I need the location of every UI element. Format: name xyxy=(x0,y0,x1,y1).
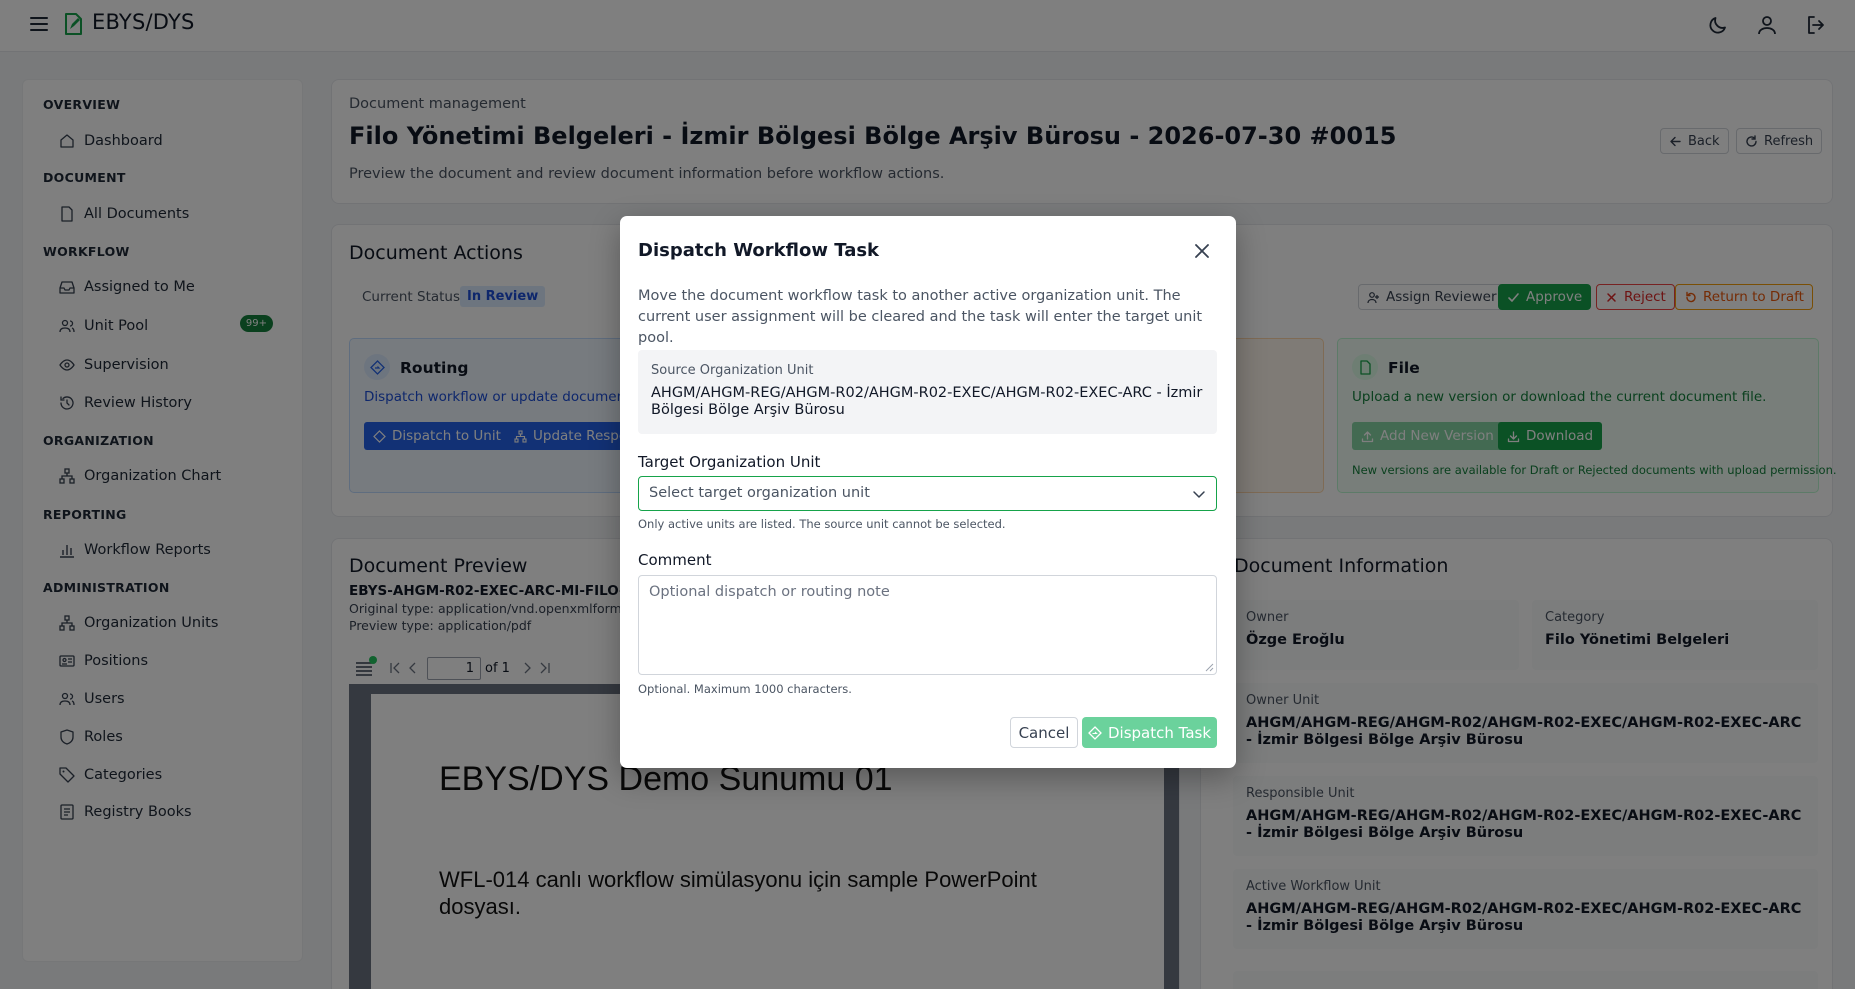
chevron-down-icon xyxy=(1192,487,1206,501)
dialog-description: Move the document workflow task to anoth… xyxy=(638,288,1203,346)
target-unit-help: Only active units are listed. The source… xyxy=(638,517,1006,531)
source-unit-value: AHGM/AHGM-REG/AHGM-R02/AHGM-R02-EXEC/AHG… xyxy=(651,385,1203,418)
dialog-title: Dispatch Workflow Task xyxy=(638,240,880,261)
dispatch-workflow-task-dialog: Dispatch Workflow Task Move the document… xyxy=(620,216,1236,768)
target-unit-label: Target Organization Unit xyxy=(638,453,821,471)
comment-help: Optional. Maximum 1000 characters. xyxy=(638,682,852,696)
comment-placeholder: Optional dispatch or routing note xyxy=(649,584,890,600)
source-unit-label: Source Organization Unit xyxy=(651,363,814,378)
resize-handle-icon[interactable] xyxy=(1205,663,1214,672)
comment-label: Comment xyxy=(638,551,712,569)
source-unit-box: Source Organization Unit AHGM/AHGM-REG/A… xyxy=(638,350,1217,434)
cancel-button[interactable]: Cancel xyxy=(1010,717,1078,748)
close-icon[interactable] xyxy=(1194,243,1210,259)
route-icon xyxy=(1088,725,1102,740)
target-unit-placeholder: Select target organization unit xyxy=(649,485,870,501)
dispatch-task-button[interactable]: Dispatch Task xyxy=(1082,717,1217,748)
comment-textarea[interactable]: Optional dispatch or routing note xyxy=(638,575,1217,675)
target-unit-select[interactable]: Select target organization unit xyxy=(638,476,1217,511)
dispatch-task-label: Dispatch Task xyxy=(1107,723,1212,742)
